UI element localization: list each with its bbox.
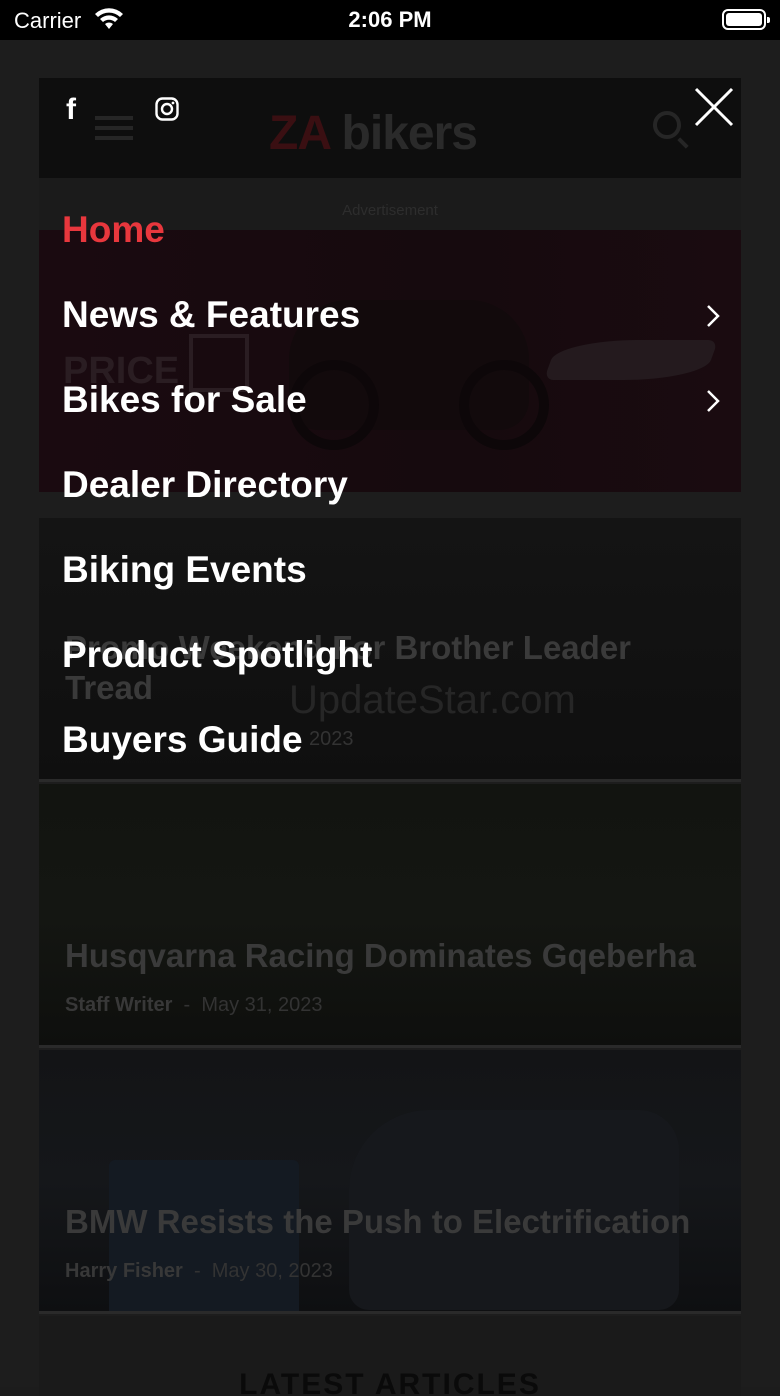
chevron-right-icon[interactable]	[704, 302, 722, 330]
story-title: Husqvarna Racing Dominates Gqeberha	[65, 937, 696, 974]
watermark: UpdateStar.com	[289, 678, 576, 722]
close-icon[interactable]	[693, 86, 735, 128]
story-author: Harry Fisher	[65, 1260, 183, 1282]
story-card: BMW Resists the Push to Electrification …	[39, 1050, 741, 1314]
ad-banner: PRICE	[39, 230, 741, 492]
latest-articles-heading: LATEST ARTICLES	[239, 1368, 541, 1396]
menu-item-buyers-guide[interactable]: Buyers Guide	[62, 718, 303, 762]
hamburger-icon	[95, 116, 133, 140]
latest-articles-section: LATEST ARTICLES	[39, 1316, 741, 1396]
story-author: Staff Writer	[65, 994, 173, 1016]
battery-icon	[722, 9, 770, 30]
brand-logo	[543, 340, 719, 380]
site-header: ZA bikers	[39, 78, 741, 178]
menu-item-news-features[interactable]: News & Features	[62, 293, 360, 337]
site-logo: ZA bikers	[269, 107, 478, 160]
menu-item-home[interactable]: Home	[62, 208, 165, 252]
clock: 2:06 PM	[348, 7, 432, 32]
menu-item-bikes-for-sale[interactable]: Bikes for Sale	[62, 378, 307, 422]
menu-item-product-spotlight[interactable]: Product Spotlight	[62, 633, 372, 677]
story-title: BMW Resists the Push to Electrification	[65, 1203, 691, 1240]
status-bar: Carrier 2:06 PM	[0, 0, 780, 40]
chevron-right-icon[interactable]	[704, 387, 722, 415]
story-card: Husqvarna Racing Dominates Gqeberha Staf…	[39, 784, 741, 1048]
facebook-icon[interactable]: f	[66, 95, 86, 125]
story-meta: Staff Writer - May 31, 2023	[65, 994, 323, 1016]
wheel-image	[459, 360, 549, 450]
instagram-icon[interactable]	[155, 97, 179, 121]
story-date: May 30, 2023	[211, 1260, 333, 1282]
menu-item-biking-events[interactable]: Biking Events	[62, 548, 307, 592]
search-icon	[653, 111, 681, 139]
menu-item-dealer-directory[interactable]: Dealer Directory	[62, 463, 348, 507]
story-date: May 31, 2023	[201, 994, 323, 1016]
story-meta: Harry Fisher - May 30, 2023	[65, 1260, 333, 1282]
story-date: 2023	[309, 728, 354, 750]
